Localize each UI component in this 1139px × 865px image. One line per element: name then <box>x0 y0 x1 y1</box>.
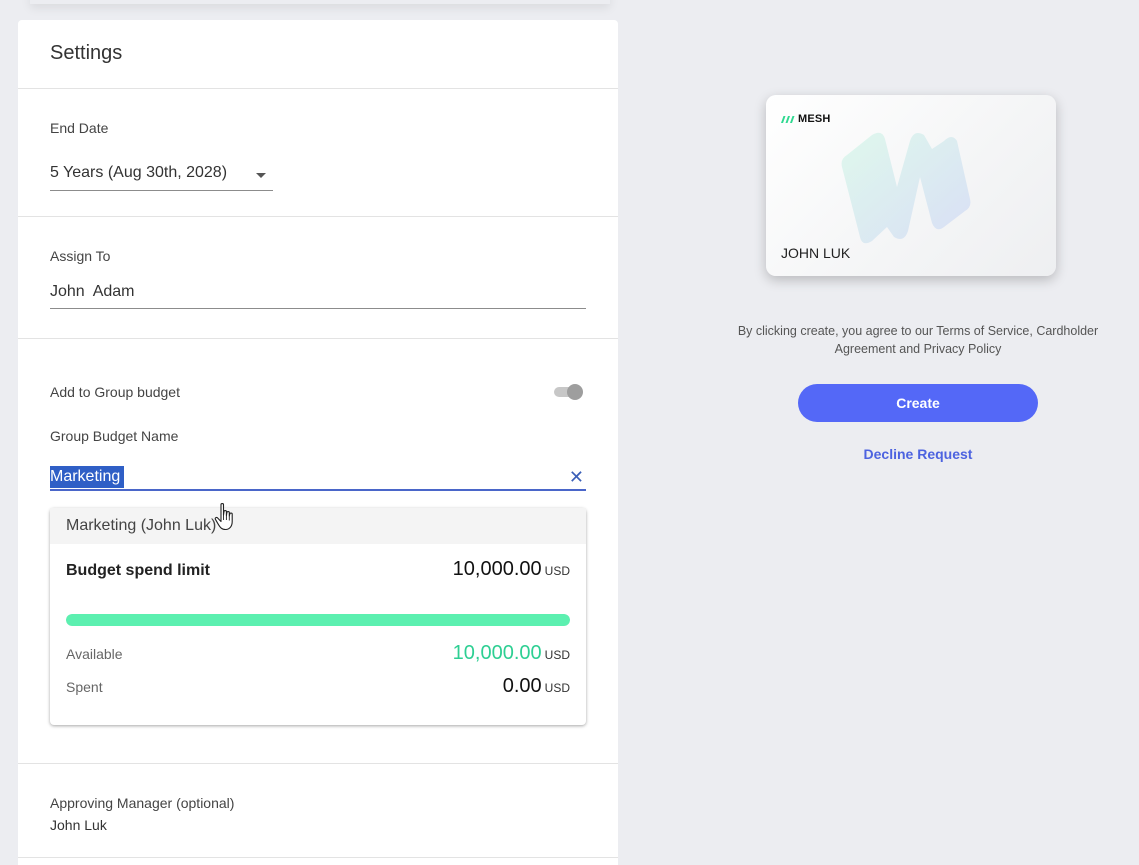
budget-limit-row: Budget spend limit 10,000.00 USD <box>50 558 586 581</box>
hand-pointer-cursor-icon <box>214 502 233 531</box>
available-currency: USD <box>544 648 570 662</box>
budget-limit-currency: USD <box>544 564 570 578</box>
spent-row: Spent 0.00 USD <box>50 675 586 698</box>
close-icon[interactable]: ✕ <box>569 467 584 487</box>
create-button[interactable]: Create <box>798 384 1038 422</box>
top-shadow <box>30 0 610 4</box>
available-label: Available <box>66 646 123 662</box>
card-brand-name: MESH <box>798 113 831 125</box>
settings-panel: Settings End Date 5 Years (Aug 30th, 202… <box>18 20 618 865</box>
caret-down-icon <box>256 173 266 178</box>
budget-progress-bar <box>66 614 570 626</box>
end-date-label: End Date <box>50 120 109 136</box>
approving-manager-value[interactable]: John Luk <box>50 817 586 833</box>
end-date-select[interactable]: 5 Years (Aug 30th, 2028) <box>50 164 273 191</box>
spent-amount-wrap: 0.00 USD <box>503 675 570 698</box>
mesh-watermark-icon <box>841 132 971 244</box>
approving-manager-label: Approving Manager (optional) <box>50 795 235 811</box>
mesh-logo-icon <box>781 115 795 123</box>
settings-header: Settings <box>18 20 618 89</box>
terms-text: By clicking create, you agree to our Ter… <box>737 324 1099 356</box>
virtual-card-preview: MESH JOHN LUK <box>766 95 1056 276</box>
group-budget-name-label: Group Budget Name <box>50 428 179 444</box>
spent-label: Spent <box>66 679 103 695</box>
budget-progress-fill <box>66 614 570 626</box>
dropdown-option-marketing[interactable]: Marketing (John Luk) <box>50 508 586 544</box>
spent-amount: 0.00 <box>502 675 542 697</box>
budget-limit-amount-wrap: 10,000.00 USD <box>453 558 570 581</box>
card-holder-name: JOHN LUK <box>781 245 851 261</box>
available-row: Available 10,000.00 USD <box>50 642 586 665</box>
group-budget-name-input[interactable]: Marketing ✕ <box>50 466 586 491</box>
group-budget-section: Add to Group budget Group Budget Name Ma… <box>18 339 618 764</box>
decline-request-link[interactable]: Decline Request <box>818 446 1018 462</box>
assign-to-label: Assign To <box>50 248 111 264</box>
assign-to-field[interactable]: John Adam <box>50 283 586 309</box>
approving-manager-section: Approving Manager (optional) John Luk <box>18 764 618 858</box>
available-amount: 10,000.00 <box>452 642 542 664</box>
group-budget-toggle[interactable] <box>553 382 583 402</box>
end-date-section: End Date 5 Years (Aug 30th, 2028) <box>18 89 618 217</box>
group-budget-name-value: Marketing <box>50 466 125 488</box>
available-amount-wrap: 10,000.00 USD <box>453 642 570 665</box>
group-budget-toggle-row: Add to Group budget <box>50 381 586 403</box>
budget-limit-amount: 10,000.00 <box>452 558 542 580</box>
assign-to-section: Assign To John Adam <box>18 217 618 339</box>
budget-limit-label: Budget spend limit <box>66 562 210 579</box>
page-title: Settings <box>50 42 123 64</box>
toggle-knob <box>567 384 583 400</box>
spent-currency: USD <box>544 681 570 695</box>
end-date-value: 5 Years (Aug 30th, 2028) <box>50 164 228 181</box>
group-budget-dropdown: Marketing (John Luk) Budget spend limit … <box>50 508 586 725</box>
card-brand-logo: MESH <box>781 113 831 125</box>
group-budget-toggle-label: Add to Group budget <box>50 384 180 400</box>
